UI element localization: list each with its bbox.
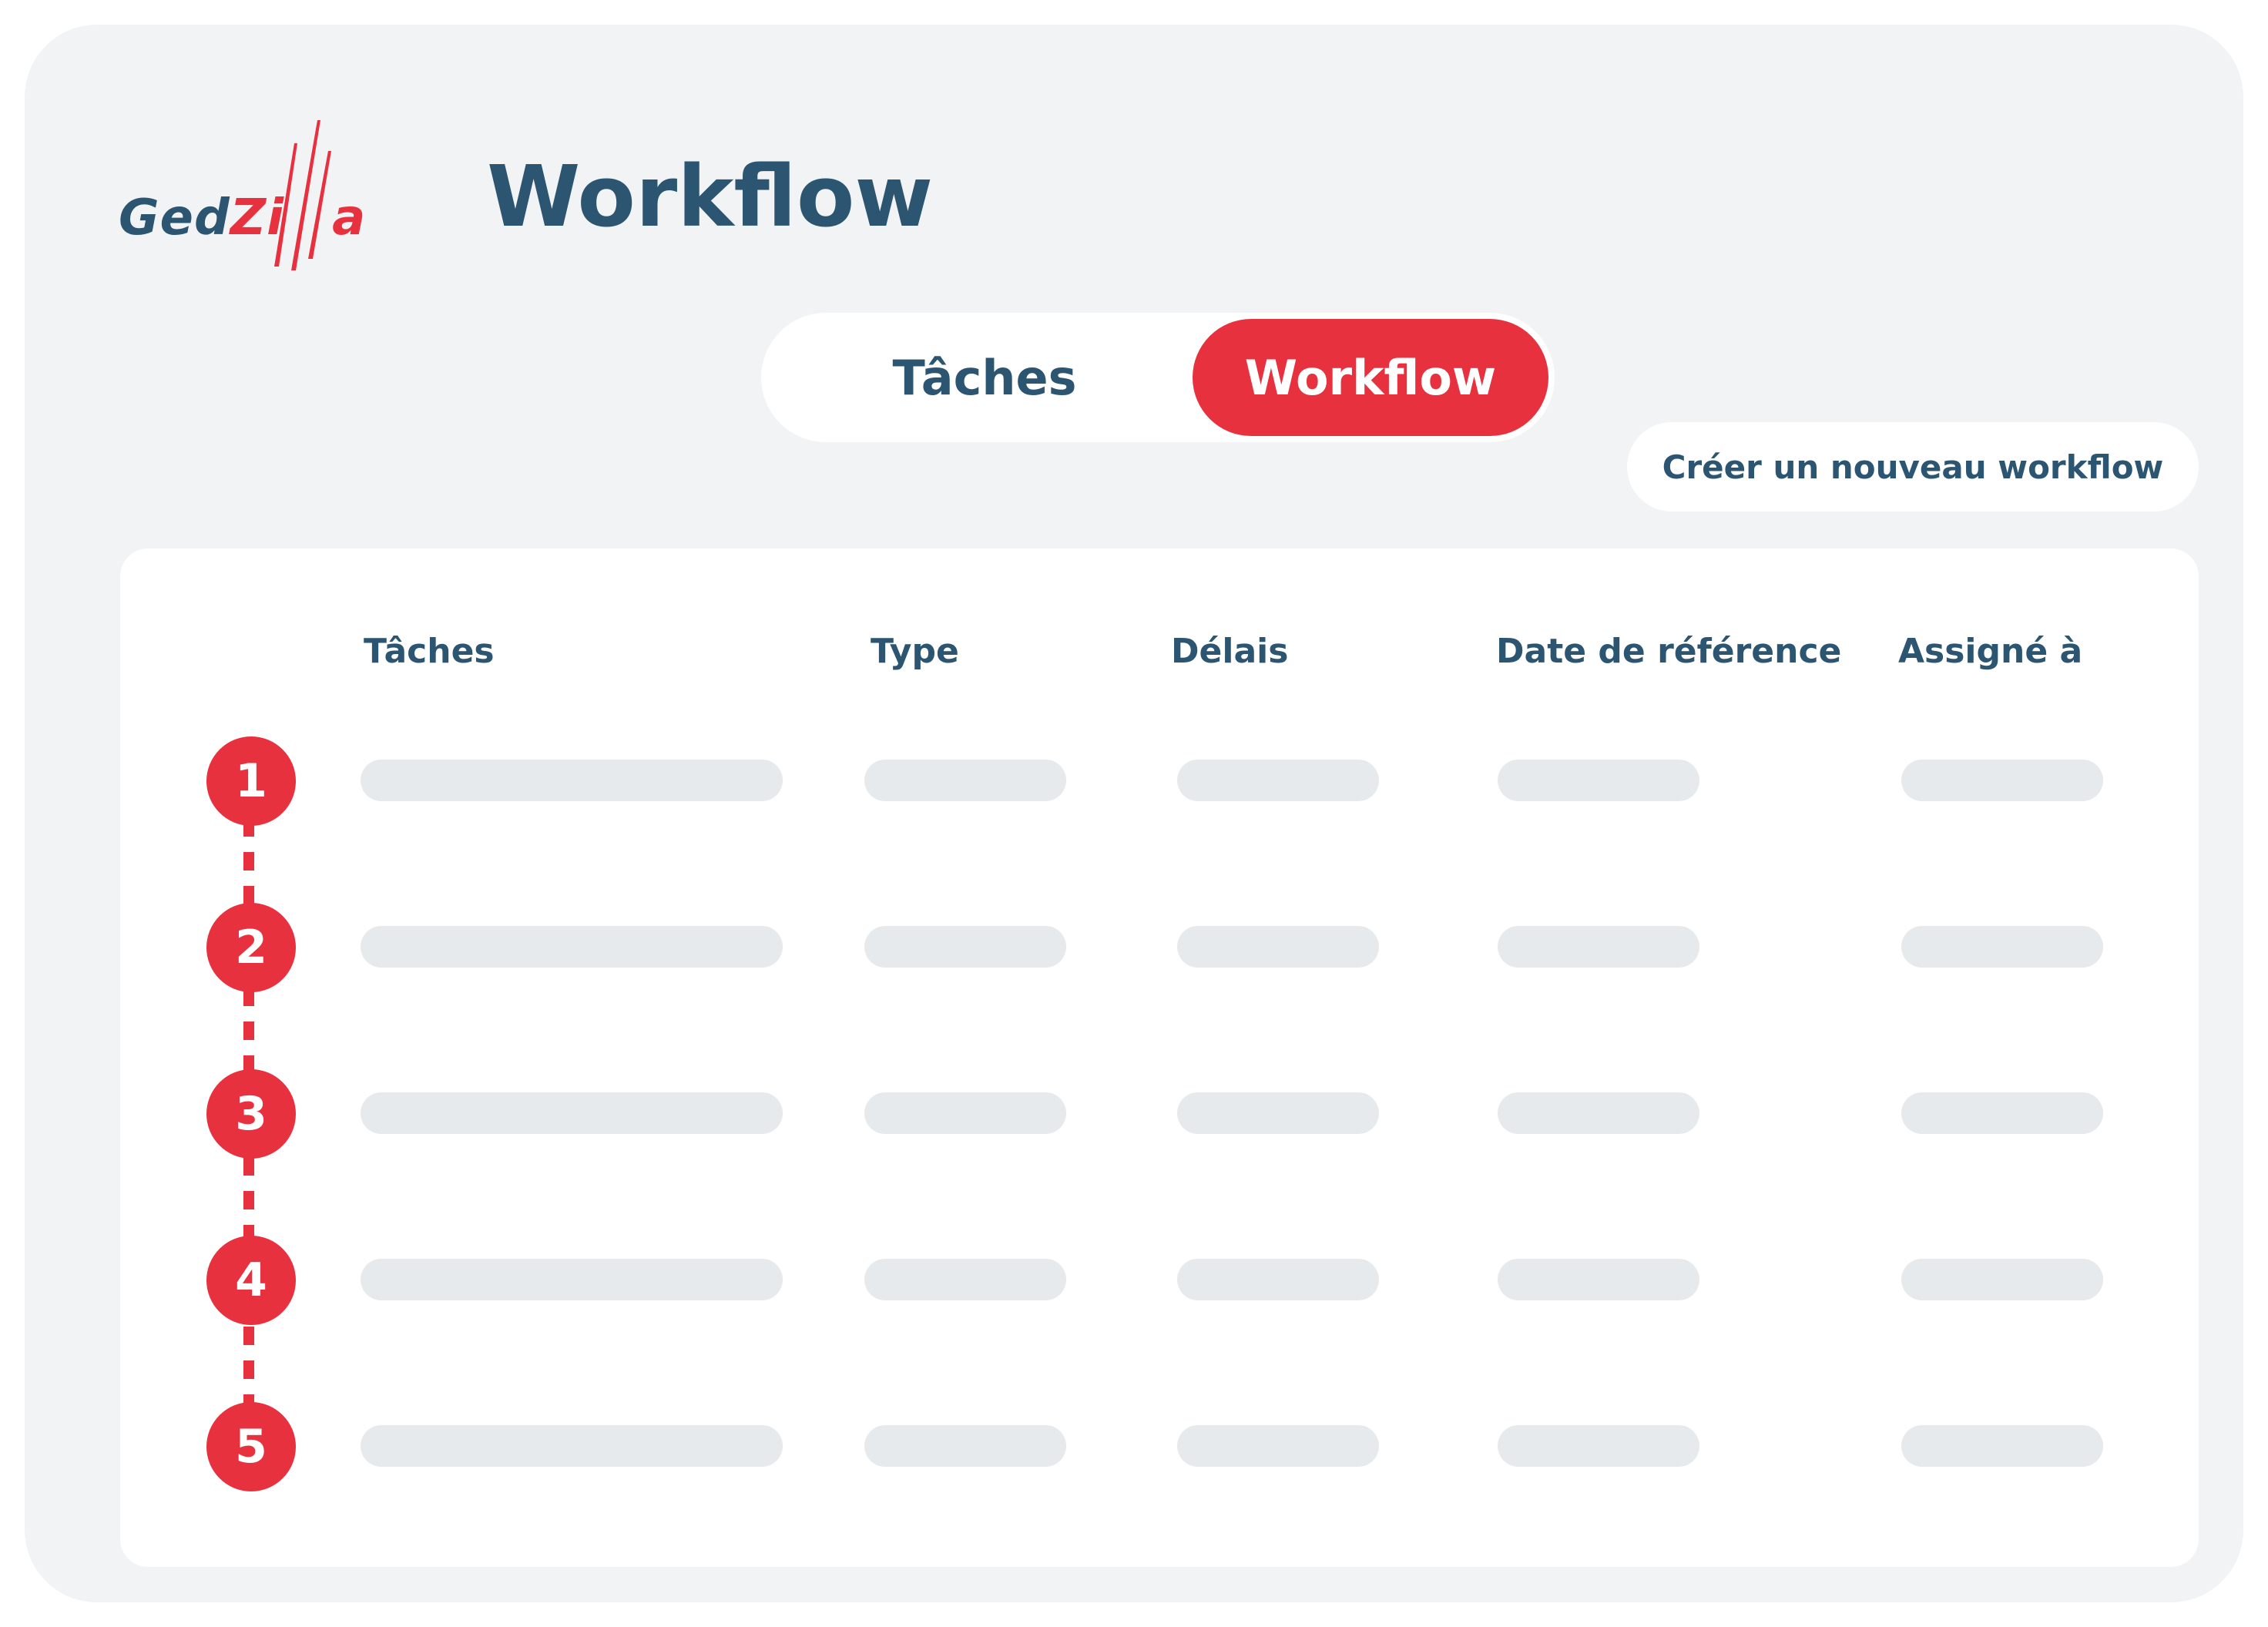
placeholder-bar (1177, 1092, 1379, 1134)
step-badge: 1 (206, 736, 296, 826)
placeholder-bar (1177, 760, 1379, 801)
placeholder-bar (1901, 760, 2103, 801)
placeholder-bar (864, 1259, 1066, 1300)
step-badge: 5 (206, 1402, 296, 1491)
placeholder-bar (361, 760, 783, 801)
step-badge: 3 (206, 1069, 296, 1159)
page-title: Workflow (487, 147, 934, 246)
column-header-delais: Délais (1171, 632, 1289, 671)
column-header-assigne: Assigné à (1898, 632, 2083, 671)
placeholder-bar (864, 1092, 1066, 1134)
column-header-taches: Tâches (364, 632, 495, 671)
placeholder-bar (1901, 1092, 2103, 1134)
placeholder-bar (864, 1425, 1066, 1467)
table-row[interactable]: 2 (120, 903, 2199, 995)
placeholder-bar (1498, 926, 1699, 968)
placeholder-bar (1901, 1425, 2103, 1467)
placeholder-bar (361, 1092, 783, 1134)
table-row[interactable]: 3 (120, 1069, 2199, 1162)
table-row[interactable]: 5 (120, 1402, 2199, 1494)
claw-marks-icon (274, 120, 331, 270)
placeholder-bar (361, 926, 783, 968)
placeholder-bar (1177, 1425, 1379, 1467)
placeholder-bar (864, 926, 1066, 968)
step-badge: 4 (206, 1236, 296, 1325)
placeholder-bar (1498, 1425, 1699, 1467)
step-badge: 2 (206, 903, 296, 992)
placeholder-bar (1177, 1259, 1379, 1300)
placeholder-bar (361, 1259, 783, 1300)
placeholder-bar (361, 1425, 783, 1467)
placeholder-bar (864, 760, 1066, 801)
gedzilla-logo: GedZi a (119, 120, 365, 274)
column-header-date-reference: Date de référence (1496, 632, 1842, 671)
placeholder-bar (1498, 1092, 1699, 1134)
table-row[interactable]: 1 (120, 736, 2199, 829)
placeholder-bar (1498, 1259, 1699, 1300)
create-workflow-button[interactable]: Créer un nouveau workflow (1627, 422, 2199, 512)
placeholder-bar (1177, 926, 1379, 968)
view-switcher: Tâches Workflow (761, 313, 1555, 442)
column-header-type: Type (871, 632, 959, 671)
table-row[interactable]: 4 (120, 1236, 2199, 1328)
placeholder-bar (1901, 1259, 2103, 1300)
workflow-table: Tâches Type Délais Date de référence Ass… (120, 548, 2199, 1567)
tab-taches[interactable]: Tâches (792, 319, 1177, 436)
app-frame: GedZi a Workflow Tâches Workflow Créer un… (25, 25, 2243, 1602)
placeholder-bar (1498, 760, 1699, 801)
logo-text-ged: Ged (119, 190, 230, 247)
logo-text-a: a (332, 190, 367, 247)
placeholder-bar (1901, 926, 2103, 968)
tab-workflow[interactable]: Workflow (1193, 319, 1548, 436)
